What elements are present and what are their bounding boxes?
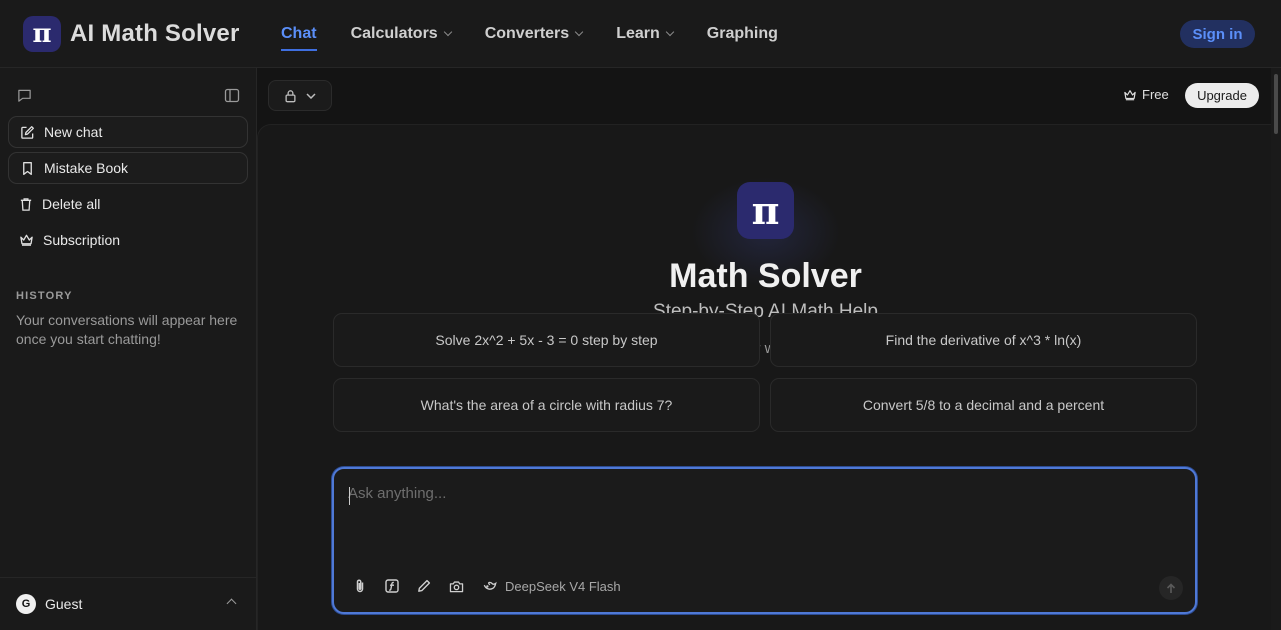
brand-name: AI Math Solver	[70, 20, 240, 47]
subscription-label: Subscription	[43, 232, 121, 248]
hero-title: Math Solver	[669, 257, 862, 295]
brand[interactable]: π AI Math Solver	[23, 16, 240, 52]
main-nav: Chat Calculators Converters Learn Graphi…	[281, 0, 812, 68]
chat-input[interactable]	[348, 485, 1178, 545]
pi-logo-icon: π	[737, 182, 794, 239]
chevron-down-icon	[665, 27, 675, 37]
edit-icon	[21, 125, 34, 139]
pen-icon[interactable]	[413, 575, 435, 597]
mistake-book-label: Mistake Book	[44, 160, 129, 176]
trash-icon	[20, 197, 32, 211]
top-navigation-bar: π AI Math Solver Chat Calculators Conver…	[0, 0, 1281, 68]
formula-icon[interactable]	[381, 575, 403, 597]
suggestion-card[interactable]: Solve 2x^2 + 5x - 3 = 0 step by step	[333, 313, 760, 367]
suggestion-card[interactable]: Find the derivative of x^3 * ln(x)	[770, 313, 1197, 367]
chevron-down-icon	[306, 92, 316, 99]
page-scrollbar[interactable]	[1271, 68, 1281, 630]
model-selector[interactable]: DeepSeek V4 Flash	[483, 575, 621, 597]
nav-calculators-label: Calculators	[350, 25, 438, 42]
new-chat-label: New chat	[44, 124, 103, 140]
subscription-link[interactable]: Subscription	[8, 224, 248, 256]
nav-learn[interactable]: Learn	[616, 0, 675, 68]
nav-chat-label: Chat	[281, 25, 317, 42]
crown-icon	[1124, 89, 1136, 100]
camera-icon[interactable]	[445, 575, 467, 597]
nav-converters-label: Converters	[484, 25, 570, 42]
crown-icon	[20, 234, 33, 246]
chevron-down-icon	[443, 27, 452, 37]
user-name: Guest	[45, 596, 83, 612]
chat-bubble-icon[interactable]	[17, 88, 32, 108]
sidebar: New chat Mistake Book Delete all Subscri…	[0, 68, 257, 630]
whale-icon	[483, 581, 497, 590]
lock-icon	[285, 89, 296, 102]
nav-converters[interactable]: Converters	[484, 0, 584, 68]
delete-all-button[interactable]: Delete all	[8, 188, 248, 220]
upgrade-button[interactable]: Upgrade	[1185, 83, 1259, 108]
suggestion-card[interactable]: What's the area of a circle with radius …	[333, 378, 760, 432]
text-cursor	[349, 487, 350, 505]
send-button[interactable]	[1159, 576, 1183, 600]
nav-graphing-label: Graphing	[706, 25, 778, 42]
bookmark-icon	[23, 161, 32, 175]
nav-learn-label: Learn	[616, 25, 660, 42]
arrow-up-icon	[1166, 582, 1176, 593]
nav-calculators[interactable]: Calculators	[350, 0, 452, 68]
model-name: DeepSeek V4 Flash	[505, 578, 621, 594]
attach-icon[interactable]	[349, 575, 371, 597]
scrollbar-thumb[interactable]	[1274, 74, 1278, 134]
privacy-dropdown-button[interactable]	[268, 80, 332, 111]
nav-graphing[interactable]: Graphing	[707, 0, 778, 68]
pi-logo-icon: π	[23, 16, 61, 52]
plan-label: Free	[1142, 87, 1169, 102]
history-empty-message: Your conversations will appear here once…	[16, 312, 238, 347]
user-menu[interactable]: G Guest	[0, 577, 257, 630]
chevron-up-icon	[226, 598, 237, 609]
plan-indicator: Free	[1123, 87, 1169, 102]
history-heading: HISTORY	[16, 290, 73, 302]
mistake-book-button[interactable]: Mistake Book	[8, 152, 248, 184]
suggestion-card[interactable]: Convert 5/8 to a decimal and a percent	[770, 378, 1197, 432]
sign-in-button[interactable]: Sign in	[1180, 20, 1255, 48]
chevron-down-icon	[574, 27, 584, 37]
delete-all-label: Delete all	[42, 196, 101, 212]
main-area: Free Upgrade π Math Solver Step-by-Step …	[257, 68, 1281, 630]
nav-chat[interactable]: Chat	[281, 0, 317, 68]
new-chat-button[interactable]: New chat	[8, 116, 248, 148]
chat-composer: DeepSeek V4 Flash	[332, 467, 1197, 614]
avatar: G	[16, 594, 36, 614]
sidebar-toggle-icon[interactable]	[224, 88, 240, 108]
